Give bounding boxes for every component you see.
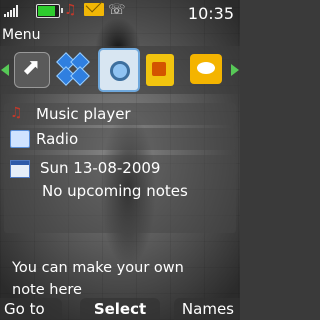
goto-softkey[interactable]: Go to — [0, 298, 62, 320]
icon-carousel[interactable] — [0, 46, 240, 94]
shortcut-icon[interactable] — [14, 52, 50, 88]
note-panel[interactable]: You can make your own note here — [4, 258, 236, 298]
clock: 10:35 — [187, 4, 234, 23]
arrow-left-icon[interactable] — [1, 64, 9, 76]
list-item-label: Music player — [36, 105, 131, 123]
music-note-icon: ♫ — [64, 2, 77, 18]
apps-icon[interactable] — [56, 52, 90, 86]
sim-card-icon[interactable] — [146, 54, 174, 86]
calendar-date: Sun 13-08-2009 — [40, 159, 161, 177]
battery-level-fill — [38, 6, 55, 16]
note-line-1: You can make your own — [12, 260, 184, 276]
calendar-panel[interactable]: Sun 13-08-2009 No upcoming notes — [4, 155, 236, 233]
signal-icon — [4, 5, 18, 17]
battery-icon — [36, 4, 63, 18]
select-softkey[interactable]: Select — [80, 298, 160, 320]
list-item-radio[interactable]: Radio — [4, 128, 236, 150]
music-player-icon: ♫ — [10, 105, 23, 121]
mail-icon — [84, 3, 104, 16]
ringtone-icon: ☏ — [108, 2, 126, 18]
status-bar: ♫ ☏ 10:35 — [0, 0, 240, 26]
calendar-notes: No upcoming notes — [42, 182, 188, 200]
arrow-right-icon[interactable] — [231, 64, 239, 76]
list-item-music-player[interactable]: ♫ Music player — [4, 103, 236, 125]
radio-icon — [10, 130, 30, 148]
page-title: Menu — [2, 27, 41, 43]
messages-icon[interactable] — [190, 54, 222, 84]
camera-icon[interactable] — [98, 48, 140, 92]
calendar-icon — [10, 160, 30, 178]
names-softkey[interactable]: Names — [174, 298, 240, 320]
softkey-bar: Go to Select Names — [0, 296, 240, 320]
list-item-label: Radio — [36, 130, 79, 148]
